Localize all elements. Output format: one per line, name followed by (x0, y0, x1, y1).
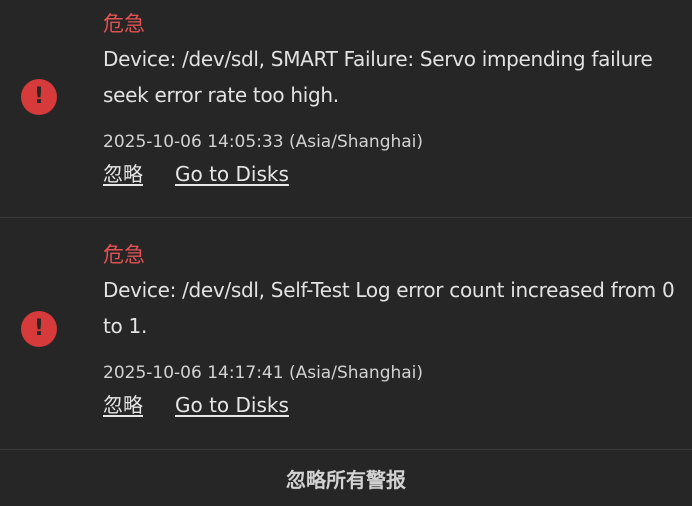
dismiss-alert-link[interactable]: 忽略 (103, 160, 143, 188)
alert-circle-icon: ! (21, 311, 57, 347)
alert-timestamp: 2025-10-06 14:05:33 (Asia/Shanghai) (103, 132, 424, 152)
go-to-disks-link[interactable]: Go to Disks (175, 391, 289, 419)
alert-severity: 危急 (103, 243, 145, 267)
alert-item-1: ! 危急 Device: /dev/sdl, SMART Failure: Se… (0, 0, 692, 218)
alert-content: 危急 Device: /dev/sdl, SMART Failure: Serv… (103, 9, 680, 188)
go-to-disks-link[interactable]: Go to Disks (175, 160, 289, 188)
dismiss-all-alerts-button[interactable]: 忽略所有警报 (286, 464, 406, 493)
alert-timestamp: 2025-10-06 14:17:41 (Asia/Shanghai) (103, 363, 424, 383)
alerts-footer: 忽略所有警报 (0, 451, 692, 506)
alert-message: Device: /dev/sdl, SMART Failure: Servo i… (103, 47, 653, 107)
dismiss-alert-link[interactable]: 忽略 (103, 391, 143, 419)
alert-circle-icon: ! (21, 79, 57, 115)
alert-actions: 忽略 Go to Disks (103, 160, 680, 188)
alert-content: 危急 Device: /dev/sdl, Self-Test Log error… (103, 240, 680, 419)
alert-actions: 忽略 Go to Disks (103, 391, 680, 419)
alert-severity: 危急 (103, 12, 145, 36)
alert-message: Device: /dev/sdl, Self-Test Log error co… (103, 278, 675, 338)
